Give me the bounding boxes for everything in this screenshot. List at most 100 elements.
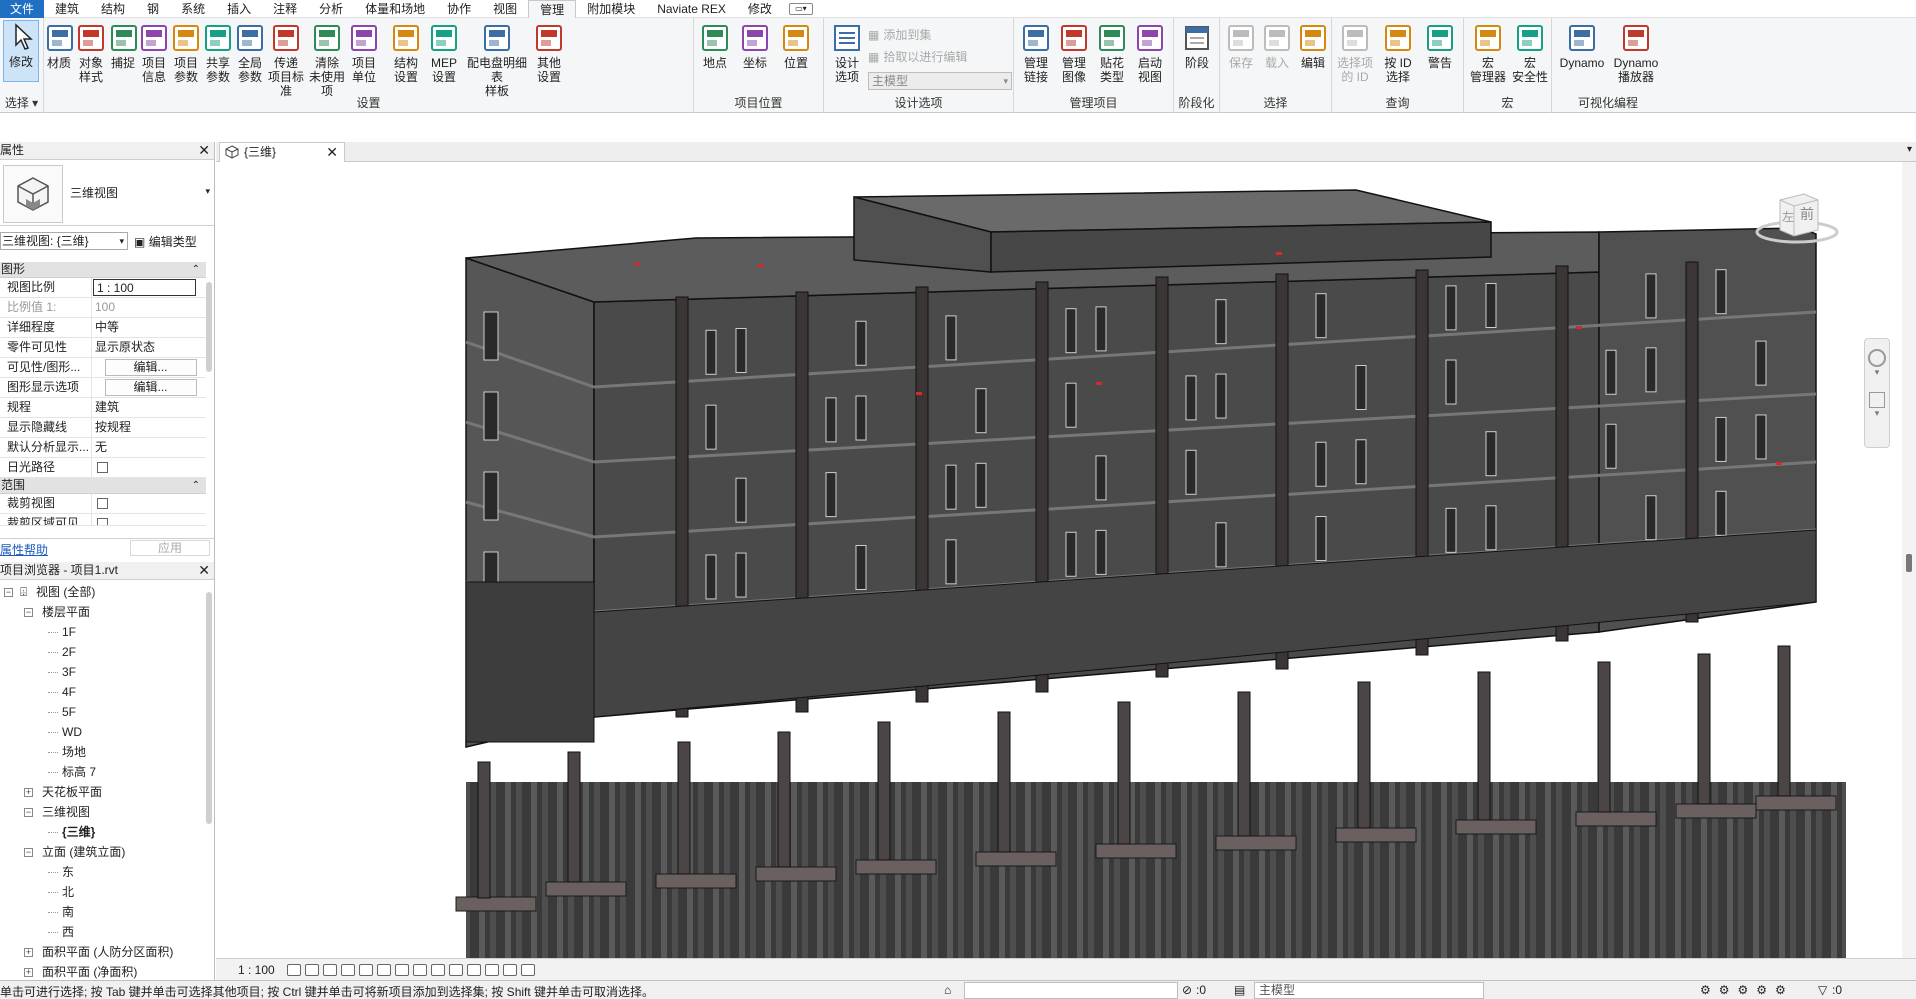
unlock-icon[interactable]: [412, 963, 427, 976]
constraints-icon[interactable]: [520, 963, 535, 976]
tree-node[interactable]: 5F: [0, 702, 204, 722]
ribbon-manage_project-buttons-1-button[interactable]: 管理 图像: [1056, 22, 1092, 84]
crop-visible-icon[interactable]: [394, 963, 409, 976]
properties-help-link[interactable]: 属性帮助: [0, 541, 48, 558]
ribbon-manage_project-buttons-3-button[interactable]: 启动 视图: [1132, 22, 1168, 84]
expand-icon[interactable]: +: [24, 968, 33, 977]
ribbon-manage_project-buttons-2-button[interactable]: 贴花 类型: [1094, 22, 1130, 84]
tree-node[interactable]: 1F: [0, 622, 204, 642]
tree-node[interactable]: 3F: [0, 662, 204, 682]
ribbon-selection-buttons-1-button[interactable]: 载入: [1260, 22, 1294, 70]
ribbon-manage_project-buttons-0-button[interactable]: 管理 链接: [1018, 22, 1054, 84]
ribbon-selection-buttons-2-button[interactable]: 编辑: [1296, 22, 1330, 70]
menu-1[interactable]: 建筑: [44, 0, 90, 18]
section-extents[interactable]: 范围 ⌃: [0, 478, 206, 494]
sun-path-icon[interactable]: [322, 963, 337, 976]
ribbon-inquiry-buttons-1-button[interactable]: 按 ID 选择: [1378, 22, 1418, 84]
view-scale-control[interactable]: 1 : 100: [238, 963, 275, 977]
ribbon-settings-buttons-3-button[interactable]: 项目 信息: [138, 22, 170, 84]
viewcube-front-face[interactable]: 前: [1800, 204, 1814, 224]
ribbon-settings-buttons-1-button[interactable]: 对象 样式: [74, 22, 108, 84]
ribbon-location-buttons-2-button[interactable]: 位置: [778, 22, 814, 70]
menu-3[interactable]: 钢: [136, 0, 170, 18]
visibility-graphics-edit-button[interactable]: 编辑...: [104, 359, 197, 376]
ribbon-settings-buttons-4-button[interactable]: 项目 参数: [170, 22, 202, 84]
tree-node[interactable]: 西: [0, 922, 204, 942]
ribbon-settings-buttons-10-button[interactable]: 结构 设置: [388, 22, 424, 84]
view-instance-combo[interactable]: 三维视图: {三维} ▾: [0, 232, 128, 250]
ribbon-location-buttons-1-button[interactable]: 坐标: [738, 22, 772, 70]
tree-node[interactable]: + 面积平面 (人防分区面积): [0, 942, 204, 962]
highlight-icon[interactable]: [502, 963, 517, 976]
sun-path-checkbox[interactable]: [97, 462, 108, 473]
menu-11[interactable]: 管理: [528, 0, 577, 18]
hidden-lines-field[interactable]: 按规程: [92, 418, 206, 437]
menu-7[interactable]: 分析: [308, 0, 354, 18]
editable-icon[interactable]: ⊘: [1182, 983, 1192, 997]
discipline-field[interactable]: 建筑: [92, 398, 206, 417]
canvas-scrollbar[interactable]: [1902, 162, 1916, 958]
ribbon-macros-buttons-1-button[interactable]: 宏安全性: [1510, 22, 1550, 84]
ribbon-settings-buttons-9-button[interactable]: 项目 单位: [348, 22, 380, 84]
ribbon-visual_programming-buttons-0-button[interactable]: Dynamo: [1556, 22, 1608, 70]
crop-visible-checkbox[interactable]: [97, 518, 108, 525]
chevron-down-icon[interactable]: ▾: [1865, 367, 1889, 378]
menu-6[interactable]: 注释: [262, 0, 308, 18]
ribbon-settings-buttons-11-button[interactable]: MEP 设置: [426, 22, 462, 84]
properties-scrollbar[interactable]: [206, 282, 212, 372]
pick-to-edit-button[interactable]: ▦ 拾取以进行编辑: [868, 48, 967, 65]
add-to-set-button[interactable]: ▦ 添加到集: [868, 26, 931, 43]
collapse-icon[interactable]: −: [24, 608, 33, 617]
selection-toggle-icons[interactable]: ⚙⚙⚙⚙⚙: [1700, 983, 1794, 997]
ribbon-selection-buttons-0-button[interactable]: 保存: [1224, 22, 1258, 70]
expand-icon[interactable]: +: [24, 948, 33, 957]
ribbon-visual_programming-buttons-1-button[interactable]: Dynamo 播放器: [1610, 22, 1662, 84]
section-graphics[interactable]: 图形 ⌃: [0, 262, 206, 278]
tree-node[interactable]: 场地: [0, 742, 204, 762]
expand-icon[interactable]: +: [24, 788, 33, 797]
tree-node[interactable]: 4F: [0, 682, 204, 702]
collapse-icon[interactable]: −: [24, 808, 33, 817]
detail-level-icon[interactable]: [286, 963, 301, 976]
ribbon-inquiry-buttons-0-button[interactable]: 选择项的 ID: [1334, 22, 1376, 84]
worksets-icon[interactable]: ⌂: [944, 983, 951, 997]
analysis-icon[interactable]: [484, 963, 499, 976]
crop-icon[interactable]: [376, 963, 391, 976]
menu-4[interactable]: 系统: [170, 0, 216, 18]
tree-node[interactable]: 2F: [0, 642, 204, 662]
view-scale-field[interactable]: 1 : 100: [93, 279, 196, 296]
tab-overflow-icon[interactable]: ▾: [1907, 144, 1912, 155]
menu-10[interactable]: 视图: [482, 0, 528, 18]
chevron-down-icon[interactable]: ▾: [205, 186, 210, 197]
apply-button[interactable]: 应用: [130, 540, 210, 556]
ribbon-settings-buttons-13-button[interactable]: 其他 设置: [530, 22, 568, 84]
collapse-icon[interactable]: −: [24, 848, 33, 857]
menu-9[interactable]: 协作: [436, 0, 482, 18]
tree-node[interactable]: 南: [0, 902, 204, 922]
filter-icon[interactable]: ▽: [1818, 983, 1827, 997]
ribbon-settings-buttons-2-button[interactable]: 捕捉: [108, 22, 138, 70]
chevron-down-icon[interactable]: ▾: [1865, 408, 1889, 419]
collapse-icon[interactable]: −: [4, 588, 13, 597]
ribbon-settings-buttons-5-button[interactable]: 共享 参数: [202, 22, 234, 84]
ribbon-settings-buttons-6-button[interactable]: 全局 参数: [234, 22, 266, 84]
tree-node[interactable]: 北: [0, 882, 204, 902]
ribbon-settings-buttons-7-button[interactable]: 传递 项目标准: [266, 22, 306, 98]
crop-view-checkbox[interactable]: [97, 498, 108, 509]
design-option-combo[interactable]: 主模型 ▾: [868, 72, 1012, 90]
tree-node[interactable]: − ⌹ 视图 (全部): [0, 582, 204, 602]
menu-14[interactable]: 修改: [737, 0, 783, 18]
menu-0[interactable]: 文件: [0, 0, 45, 18]
menu-13[interactable]: Naviate REX: [646, 0, 737, 18]
close-icon[interactable]: ✕: [198, 142, 210, 158]
close-icon[interactable]: ✕: [198, 562, 210, 578]
steering-wheel-icon[interactable]: [1868, 349, 1886, 367]
ribbon-inquiry-buttons-2-button[interactable]: 警告: [1420, 22, 1460, 70]
active-design-option-combo[interactable]: 主模型: [1254, 982, 1484, 999]
menu-12[interactable]: 附加模块: [576, 0, 646, 18]
phases-button[interactable]: 阶段: [1179, 22, 1215, 70]
ribbon-location-buttons-0-button[interactable]: 地点: [698, 22, 732, 70]
ribbon-settings-buttons-0-button[interactable]: 材质: [44, 22, 74, 70]
tree-node[interactable]: − 楼层平面: [0, 602, 204, 622]
design-options-button[interactable]: 设计 选项: [828, 22, 866, 84]
